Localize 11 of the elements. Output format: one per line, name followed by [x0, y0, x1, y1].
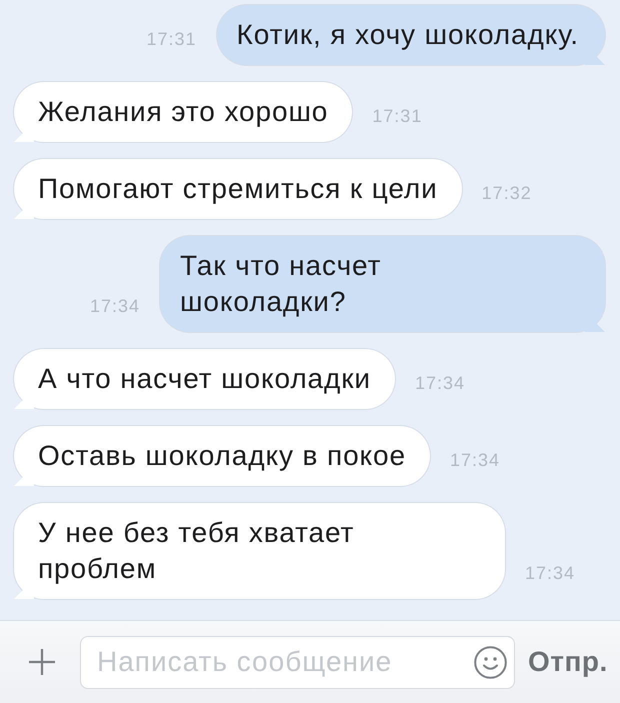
plus-icon[interactable]: [28, 648, 56, 676]
message-bubble: А что насчет шоколадки: [14, 349, 395, 409]
message-bubble: Помогают стремиться к цели: [14, 159, 462, 219]
message-bubble: Оставь шоколадку в покое: [14, 426, 430, 486]
message-bubble: У нее без тебя хватает проблем: [14, 503, 505, 599]
message-bubble: Желания это хорошо: [14, 82, 352, 142]
smiley-icon[interactable]: [474, 646, 507, 678]
message-input[interactable]: Написать сообщение: [80, 636, 515, 688]
send-button[interactable]: Отпр.: [528, 646, 608, 678]
message-bubble: Котик, я хочу шоколадку.: [216, 5, 605, 65]
message-bubble: Так что насчет шоколадки?: [160, 236, 605, 332]
